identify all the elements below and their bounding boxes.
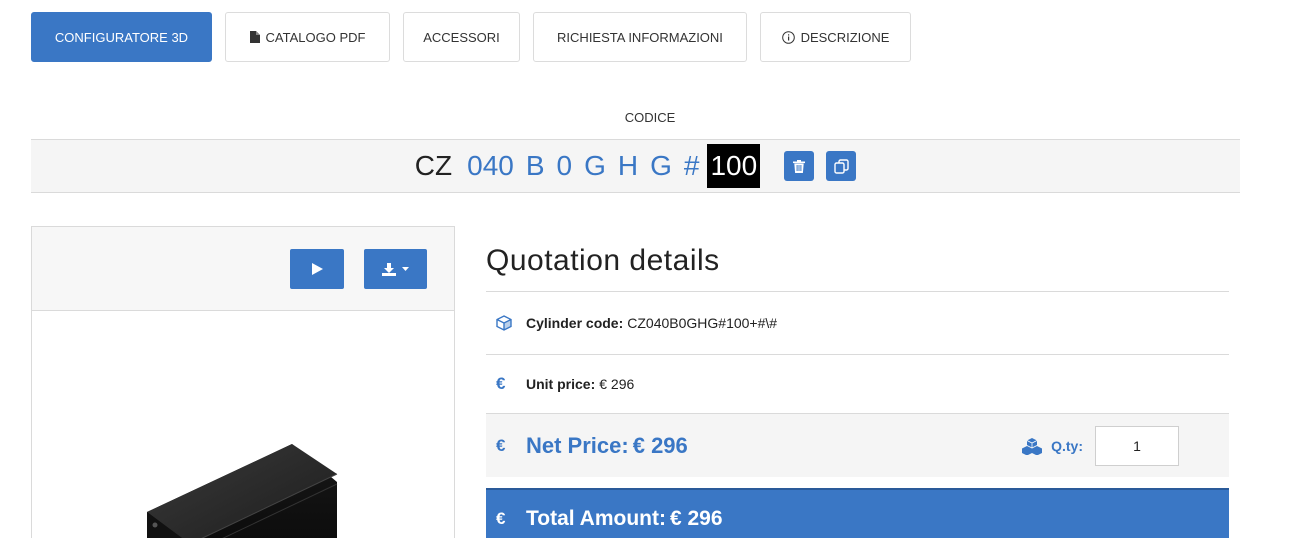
total-amount-row: € Total Amount: € 296 [486, 488, 1229, 538]
3d-model-view[interactable] [32, 312, 454, 538]
euro-icon: € [496, 374, 506, 393]
tab-accessori[interactable]: ACCESSORI [403, 12, 520, 62]
tab-label: CONFIGURATORE 3D [54, 29, 189, 45]
code-segment-0[interactable]: 0 [557, 152, 573, 180]
cubes-icon [1022, 438, 1043, 455]
caret-down-icon [402, 267, 409, 271]
info-circle-icon [781, 30, 795, 44]
product-code: CZ 040 B 0 G H G # 100 [414, 144, 761, 188]
code-segment-stroke[interactable]: 100 [707, 144, 761, 188]
tab-label: CATALOGO PDF [265, 29, 366, 45]
code-segment-b[interactable]: B [526, 152, 545, 180]
unit-price-label: Unit price: [526, 376, 596, 392]
download-icon [382, 262, 396, 276]
tab-label: RICHIESTA INFORMAZIONI [557, 29, 723, 45]
code-prefix: CZ [414, 150, 453, 181]
download-dropdown-button[interactable] [364, 249, 427, 289]
cylinder-code-label: Cylinder code: [526, 315, 624, 331]
play-animation-button[interactable] [290, 249, 344, 289]
delete-code-button[interactable] [784, 151, 815, 181]
tab-label: DESCRIZIONE [800, 29, 890, 45]
tab-label: ACCESSORI [423, 29, 500, 45]
euro-icon: € [496, 435, 506, 455]
file-icon [249, 31, 260, 43]
unit-price-row: € Unit price: € 296 [486, 354, 1229, 413]
copy-icon [834, 158, 849, 174]
cylinder-model-image [147, 444, 338, 538]
codice-label: CODICE [624, 110, 676, 125]
tab-configuratore-3d[interactable]: CONFIGURATORE 3D [31, 12, 212, 62]
quantity-input[interactable] [1095, 426, 1179, 466]
tab-catalogo-pdf[interactable]: CATALOGO PDF [225, 12, 390, 62]
cylinder-code-row: Cylinder code: CZ040B0GHG#100+#\# [486, 291, 1229, 354]
code-bar: CZ 040 B 0 G H G # 100 [31, 139, 1240, 193]
tab-descrizione[interactable]: DESCRIZIONE [760, 12, 911, 62]
copy-code-button[interactable] [826, 151, 857, 181]
quotation-title: Quotation details [486, 244, 720, 277]
quantity-group: Q.ty: [1021, 426, 1179, 466]
euro-icon: € [496, 509, 506, 528]
top-tabs: CONFIGURATORE 3D CATALOGO PDF ACCESSORI … [31, 12, 911, 62]
code-segment-bore[interactable]: 040 [467, 152, 514, 180]
quantity-label: Q.ty: [1051, 438, 1083, 454]
cylinder-code-value: CZ040B0GHG#100+#\# [627, 315, 778, 331]
net-price-label: Net Price: [526, 432, 629, 458]
play-icon [311, 263, 323, 275]
3d-viewer-panel [31, 226, 455, 538]
code-segment-hash[interactable]: # [684, 152, 700, 180]
code-segment-h[interactable]: H [618, 152, 638, 180]
code-segment-g2[interactable]: G [650, 152, 672, 180]
tab-richiesta-informazioni[interactable]: RICHIESTA INFORMAZIONI [533, 12, 747, 62]
viewer-toolbar [32, 227, 454, 311]
trash-icon [793, 159, 806, 173]
net-price-value: € 296 [632, 432, 688, 458]
unit-price-value: € 296 [599, 376, 635, 392]
net-price-row: € Net Price: € 296 Q.ty: [486, 413, 1229, 477]
total-amount-value: € 296 [669, 507, 723, 530]
cube-icon [496, 315, 520, 331]
code-segment-g1[interactable]: G [584, 152, 606, 180]
total-amount-label: Total Amount: [526, 507, 666, 530]
